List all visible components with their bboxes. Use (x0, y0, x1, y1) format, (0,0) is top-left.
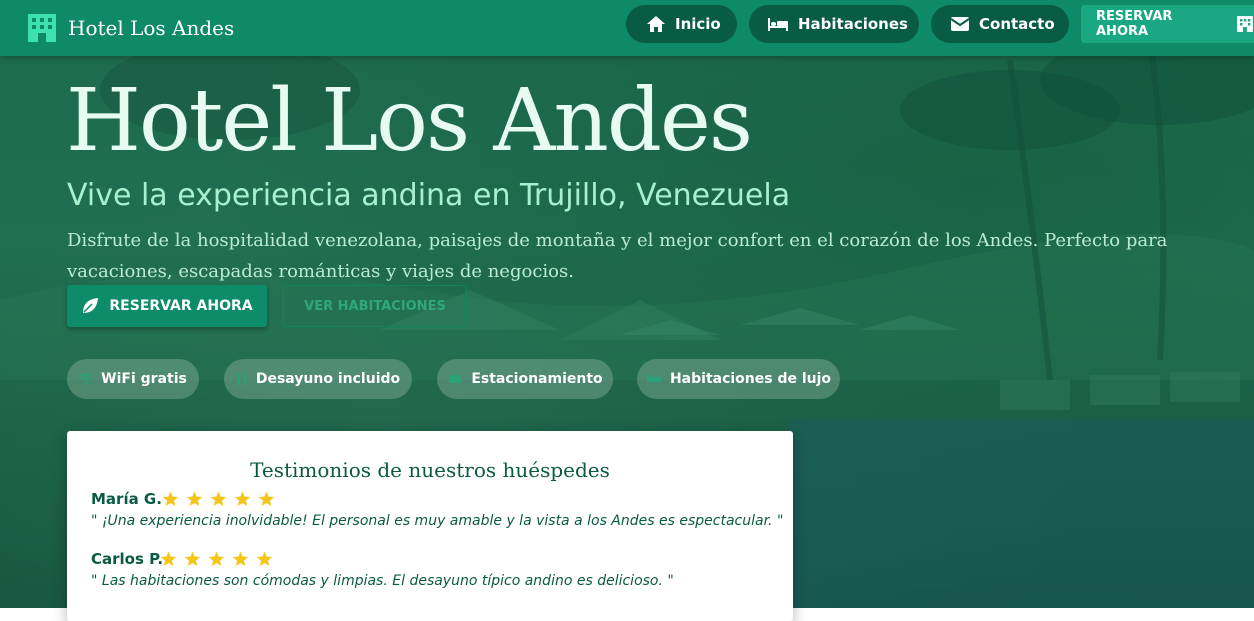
utensils-icon (237, 373, 246, 385)
hero-title: Hotel Los Andes (66, 71, 753, 171)
car-icon (449, 375, 462, 383)
star-icon (160, 551, 177, 566)
feature-label: Habitaciones de lujo (669, 371, 832, 387)
feature-label: Desayuno incluido (255, 371, 401, 387)
testimonial-rating (162, 491, 282, 507)
nav-item-inicio[interactable]: Inicio (626, 5, 737, 43)
envelope-icon (950, 17, 970, 31)
navbar: Hotel Los Andes Inicio Habitaciones Cont… (0, 0, 1254, 56)
star-icon (208, 551, 225, 566)
reserve-now-button[interactable]: RESERVAR AHORA (67, 285, 267, 327)
leaf-icon (83, 298, 99, 313)
nav-item-habitaciones[interactable]: Habitaciones (749, 5, 919, 43)
star-icon (232, 551, 249, 566)
hero-description: Disfrute de la hospitalidad venezolana, … (67, 230, 1168, 282)
wifi-icon (79, 373, 93, 385)
star-icon (234, 491, 251, 506)
testimonials-title: Testimonios de nuestros huéspedes (250, 458, 610, 482)
star-icon (162, 491, 179, 506)
feature-label: Estacionamiento (471, 371, 603, 387)
star-icon (258, 491, 275, 506)
feature-label: WiFi gratis (101, 371, 187, 387)
feature-luxury-rooms: Habitaciones de lujo (637, 359, 840, 399)
star-icon (210, 491, 227, 506)
testimonial-author: María G. (91, 490, 162, 508)
feature-breakfast: Desayuno incluido (224, 359, 412, 399)
nav-item-label: Habitaciones (798, 15, 908, 33)
testimonial-quote: " Las habitaciones son cómodas y limpias… (91, 573, 674, 589)
reserve-now-label: RESERVAR AHORA (109, 298, 253, 314)
feature-wifi: WiFi gratis (67, 359, 199, 399)
brand-name: Hotel Los Andes (68, 16, 235, 40)
testimonial-author: Carlos P. (91, 550, 164, 568)
nav-item-label: Contacto (979, 15, 1055, 33)
feature-parking: Estacionamiento (437, 359, 613, 399)
testimonials-card: Testimonios de nuestros huéspedes María … (67, 431, 793, 621)
hotel-icon (28, 14, 56, 42)
hero-subtitle: Vive la experiencia andina en Trujillo, … (67, 178, 791, 213)
brand-logo[interactable]: Hotel Los Andes (26, 10, 234, 46)
view-rooms-button[interactable]: VER HABITACIONES (283, 285, 467, 327)
nav-item-label: Inicio (675, 15, 721, 33)
star-icon (184, 551, 201, 566)
testimonial-quote: " ¡Una experiencia inolvidable! El perso… (91, 513, 784, 529)
star-icon (186, 491, 203, 506)
nav-reserve-button[interactable]: RESERVAR AHORA (1081, 5, 1254, 43)
home-icon (647, 16, 665, 32)
nav-item-contacto[interactable]: Contacto (931, 5, 1069, 43)
bed-icon (768, 18, 788, 31)
star-icon (256, 551, 273, 566)
nav-reserve-label: RESERVAR AHORA (1096, 9, 1173, 39)
view-rooms-label: VER HABITACIONES (304, 298, 446, 314)
bed-icon (646, 375, 661, 382)
testimonial-rating (160, 551, 280, 567)
hotel-icon (1237, 16, 1254, 32)
